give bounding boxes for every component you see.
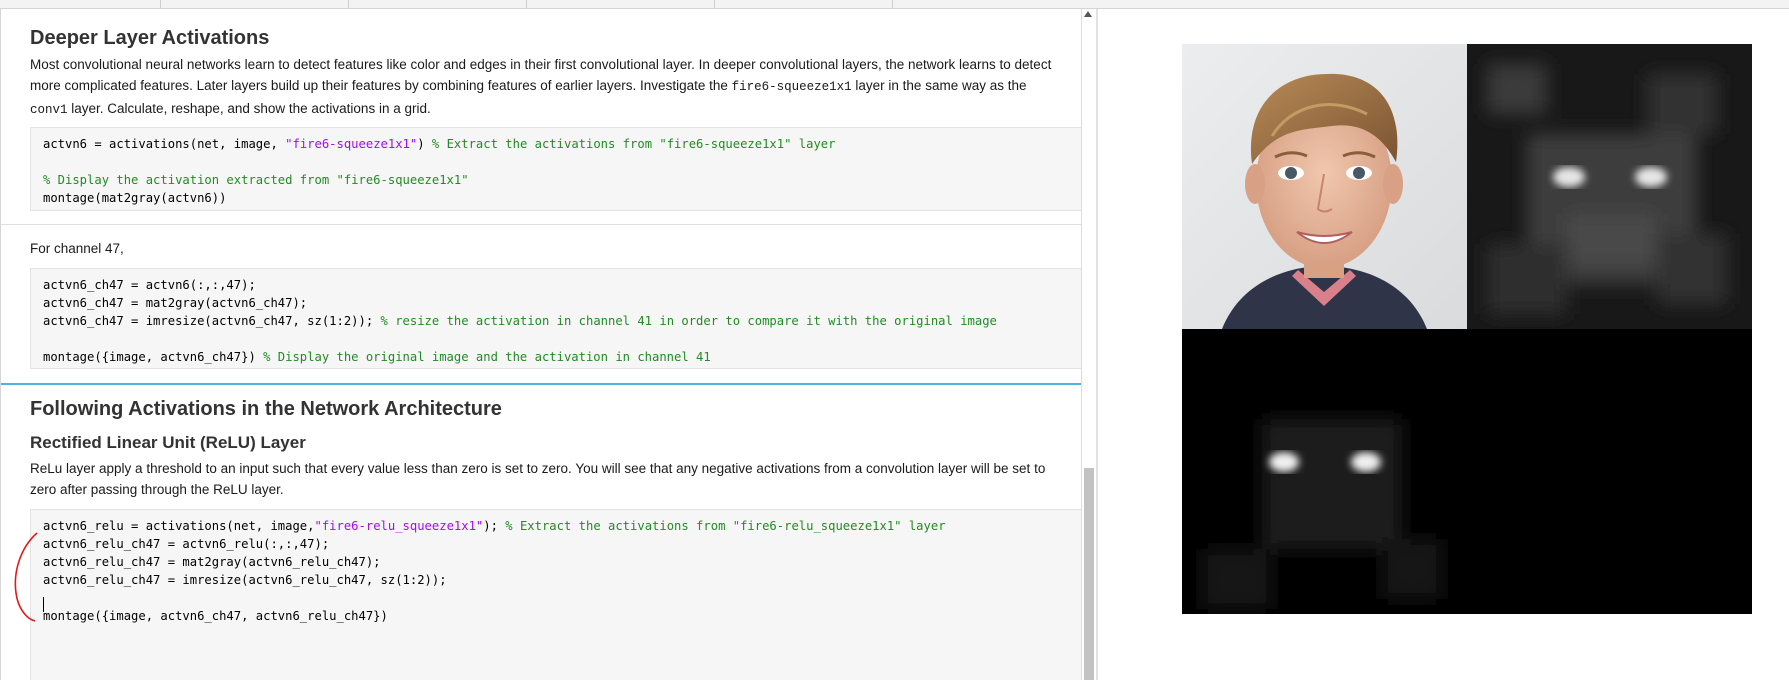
toolbar-divider	[892, 0, 893, 8]
toolbar-divider	[526, 0, 527, 8]
code-line[interactable]: montage({image, actvn6_ch47, actvn6_relu…	[43, 609, 388, 623]
code-line[interactable]: actvn6_ch47 = mat2gray(actvn6_ch47);	[43, 296, 307, 310]
toolbar-divider	[348, 0, 349, 8]
toolbar-divider	[160, 0, 161, 8]
panel-splitter[interactable]	[1096, 9, 1098, 680]
subsection-heading-relu: Rectified Linear Unit (ReLU) Layer	[30, 433, 306, 452]
inline-code: conv1	[30, 103, 68, 117]
empty-montage-slot	[1467, 329, 1752, 614]
montage-figure	[1182, 44, 1752, 614]
section-heading-deeper: Deeper Layer Activations	[30, 27, 270, 49]
code-text: actvn6_relu_ch47 = actvn6_relu(:,:,47);	[43, 537, 330, 551]
face-photo	[1182, 44, 1467, 329]
code-text: montage({image, actvn6_ch47})	[43, 350, 264, 364]
section-heading-following: Following Activations in the Network Arc…	[30, 398, 502, 420]
code-line[interactable]: actvn6_ch47 = imresize(actvn6_ch47, sz(1…	[43, 314, 997, 328]
text-run: layer in the same way as the	[851, 78, 1027, 93]
code-comment: % Display the original image and the act…	[263, 350, 711, 364]
code-line[interactable]: actvn6_ch47 = actvn6(:,:,47);	[43, 278, 256, 292]
code-text: montage({image, actvn6_ch47, actvn6_relu…	[43, 609, 388, 623]
code-line[interactable]: montage({image, actvn6_ch47}) % Display …	[43, 350, 711, 364]
inline-code: fire6-squeeze1x1	[731, 80, 852, 94]
code-text: );	[483, 519, 506, 533]
channel-paragraph: For channel 47,	[30, 241, 124, 256]
annotation-bracket	[14, 532, 38, 622]
live-editor[interactable]: Deeper Layer Activations Most convolutio…	[0, 9, 1082, 680]
code-line[interactable]: actvn6_relu_ch47 = actvn6_relu(:,:,47);	[43, 537, 329, 551]
code-text: actvn6_relu_ch47 = imresize(actvn6_relu_…	[43, 573, 447, 587]
activation-map	[1467, 44, 1752, 329]
code-line[interactable]: actvn6_relu_ch47 = mat2gray(actvn6_relu_…	[43, 555, 381, 569]
text-cursor	[43, 597, 44, 612]
code-text: actvn6_ch47 = mat2gray(actvn6_ch47);	[43, 296, 308, 310]
code-string: "fire6-squeeze1x1"	[285, 137, 418, 151]
code-text: montage(mat2gray(actvn6))	[43, 191, 227, 205]
text-run: layer. Calculate, reshape, and show the …	[67, 101, 431, 116]
section-break-line	[1, 383, 1082, 385]
code-block-relu[interactable]: actvn6_relu = activations(net, image,"fi…	[30, 509, 1082, 680]
scroll-up-arrow-icon[interactable]	[1084, 11, 1092, 17]
activation-relu-tile	[1182, 329, 1467, 614]
original-image-tile	[1182, 44, 1467, 329]
code-comment: % Display the activation extracted from …	[43, 173, 469, 187]
toolbar-divider	[714, 0, 715, 8]
code-line[interactable]: actvn6_relu = activations(net, image,"fi…	[43, 519, 946, 533]
toolbar-strip	[0, 0, 1789, 9]
relu-paragraph: ReLu layer apply a threshold to an input…	[30, 461, 1046, 497]
code-text: actvn6 = activations(net, image,	[43, 137, 286, 151]
code-block-activations[interactable]: actvn6 = activations(net, image, "fire6-…	[30, 127, 1082, 211]
code-text: actvn6_relu = activations(net, image,	[43, 519, 315, 533]
scrollbar-thumb[interactable]	[1084, 468, 1094, 680]
relu-activation-map	[1182, 329, 1467, 614]
code-text: actvn6_relu_ch47 = mat2gray(actvn6_relu_…	[43, 555, 381, 569]
code-text: actvn6_ch47 = actvn6(:,:,47);	[43, 278, 256, 292]
code-line[interactable]: montage(mat2gray(actvn6))	[43, 191, 226, 205]
code-comment: % resize the activation in channel 41 in…	[380, 314, 997, 328]
code-comment: % Extract the activations from "fire6-sq…	[431, 137, 836, 151]
section-paragraph: Most convolutional neural networks learn…	[30, 54, 1060, 121]
activation-ch47-tile	[1467, 44, 1752, 329]
section-divider	[1, 224, 1082, 225]
code-line[interactable]: actvn6_relu_ch47 = imresize(actvn6_relu_…	[43, 573, 447, 587]
code-string: "fire6-relu_squeeze1x1"	[314, 519, 484, 533]
code-block-channel[interactable]: actvn6_ch47 = actvn6(:,:,47); actvn6_ch4…	[30, 268, 1082, 369]
code-line[interactable]: actvn6 = activations(net, image, "fire6-…	[43, 137, 835, 151]
code-line[interactable]: % Display the activation extracted from …	[43, 173, 469, 187]
code-comment: % Extract the activations from "fire6-re…	[505, 519, 946, 533]
code-text: actvn6_ch47 = imresize(actvn6_ch47, sz(1…	[43, 314, 381, 328]
code-text: )	[417, 137, 432, 151]
